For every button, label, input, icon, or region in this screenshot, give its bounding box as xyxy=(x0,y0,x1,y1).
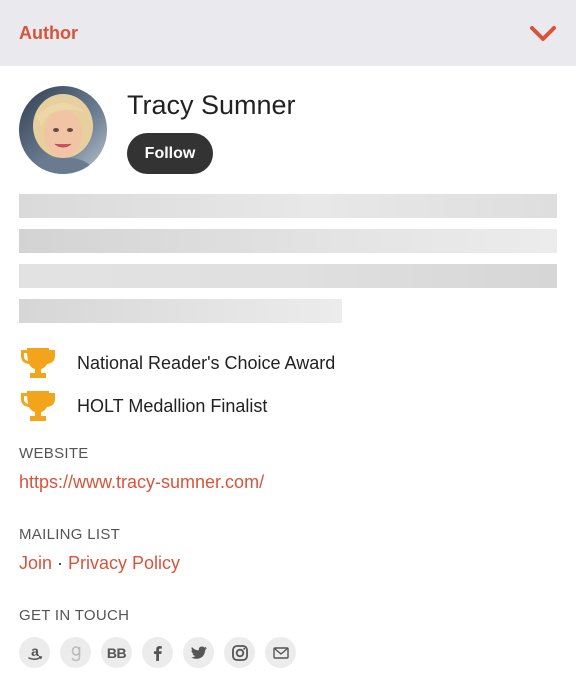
privacy-policy-link[interactable]: Privacy Policy xyxy=(68,553,180,574)
bookbub-icon[interactable]: BB xyxy=(101,637,132,668)
bio-placeholder-line xyxy=(19,194,557,218)
author-name[interactable]: Tracy Sumner xyxy=(127,90,296,121)
goodreads-icon[interactable] xyxy=(60,637,91,668)
email-icon[interactable] xyxy=(265,637,296,668)
website-link[interactable]: https://www.tracy-sumner.com/ xyxy=(19,472,264,493)
mailing-list-links: Join · Privacy Policy xyxy=(19,553,180,574)
twitter-icon[interactable] xyxy=(183,637,214,668)
amazon-icon[interactable]: a xyxy=(19,637,50,668)
author-section-header[interactable]: Author xyxy=(0,0,576,66)
award-label: National Reader's Choice Award xyxy=(77,352,336,373)
award-label: HOLT Medallion Finalist xyxy=(77,395,268,416)
bio-placeholder-line xyxy=(19,229,557,253)
award-item: HOLT Medallion Finalist xyxy=(19,388,267,424)
svg-text:a: a xyxy=(31,644,39,659)
social-links: a BB xyxy=(19,637,296,668)
mailing-list-label: MAILING LIST xyxy=(19,526,121,543)
bio-placeholder-line xyxy=(19,299,342,323)
follow-button[interactable]: Follow xyxy=(127,133,213,174)
separator: · xyxy=(57,553,64,573)
trophy-icon xyxy=(21,348,55,378)
section-title: Author xyxy=(19,22,78,43)
trophy-icon xyxy=(21,391,55,421)
award-item: National Reader's Choice Award xyxy=(19,345,335,381)
get-in-touch-label: GET IN TOUCH xyxy=(19,607,130,624)
chevron-down-icon[interactable] xyxy=(529,23,557,43)
instagram-icon[interactable] xyxy=(224,637,255,668)
join-link[interactable]: Join xyxy=(19,553,52,574)
facebook-icon[interactable] xyxy=(142,637,173,668)
website-label: WEBSITE xyxy=(19,445,89,462)
bio-placeholder-line xyxy=(19,264,557,288)
author-avatar xyxy=(19,86,107,174)
